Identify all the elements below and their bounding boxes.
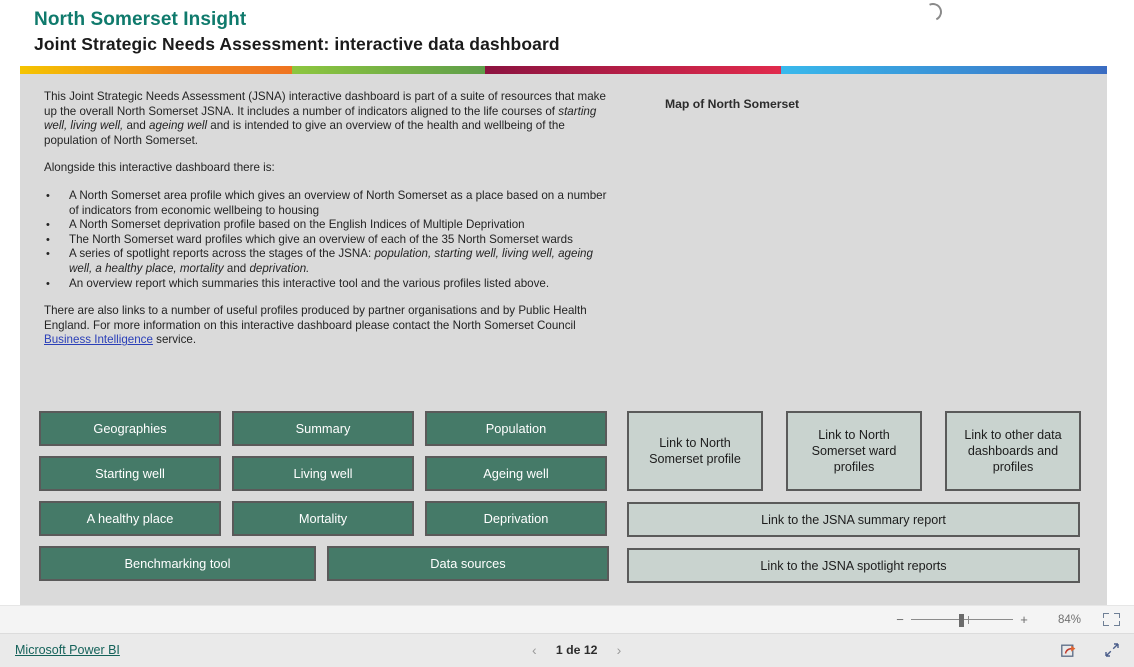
zoom-slider[interactable] bbox=[911, 613, 1013, 627]
bullet-marker: • bbox=[46, 277, 50, 290]
list-item: • The North Somerset ward profiles which … bbox=[44, 233, 614, 248]
nav-button-benchmarking-tool[interactable]: Benchmarking tool bbox=[39, 546, 316, 581]
nav-row-2: Starting well Living well Ageing well bbox=[39, 456, 609, 491]
link-tile-jsna-summary-report[interactable]: Link to the JSNA summary report bbox=[627, 502, 1080, 537]
bullet-marker: • bbox=[46, 189, 50, 202]
list-item-text: An overview report which summaries this … bbox=[69, 276, 550, 290]
nav-row-4: Benchmarking tool Data sources bbox=[39, 546, 609, 581]
ribbon-segment-green bbox=[291, 66, 486, 74]
link-tile-other-dashboards[interactable]: Link to other data dashboards and profil… bbox=[945, 411, 1081, 491]
nav-button-population[interactable]: Population bbox=[425, 411, 607, 446]
list-item-text-lead: A series of spotlight reports across the… bbox=[69, 247, 375, 261]
nav-button-mortality[interactable]: Mortality bbox=[232, 501, 414, 536]
page-navigation: ‹ 1 de 12 › bbox=[532, 642, 621, 658]
nav-button-living-well[interactable]: Living well bbox=[232, 456, 414, 491]
color-ribbon bbox=[20, 66, 1107, 74]
list-item-mid: and bbox=[223, 261, 250, 275]
intro-bullet-list: • A North Somerset area profile which giv… bbox=[44, 189, 614, 291]
list-item: • An overview report which summaries this… bbox=[44, 277, 614, 292]
fit-to-page-icon[interactable] bbox=[1103, 613, 1120, 626]
nav-button-deprivation[interactable]: Deprivation bbox=[425, 501, 607, 536]
map-panel[interactable]: Map of North Somerset bbox=[628, 80, 1107, 410]
list-item: • A North Somerset area profile which giv… bbox=[44, 189, 614, 218]
share-icon[interactable] bbox=[1061, 643, 1078, 658]
link-tile-row: Link to North Somerset profile Link to N… bbox=[627, 411, 1102, 491]
page-indicator: 1 de 12 bbox=[555, 643, 598, 657]
bullet-marker: • bbox=[46, 219, 50, 232]
previous-page-button[interactable]: ‹ bbox=[532, 642, 537, 658]
list-item: • A series of spotlight reports across th… bbox=[44, 247, 614, 276]
list-item-text: A North Somerset deprivation profile bas… bbox=[69, 218, 525, 232]
intro-paragraph-2: Alongside this interactive dashboard the… bbox=[44, 161, 275, 175]
list-item-text: The North Somerset ward profiles which g… bbox=[69, 232, 573, 246]
closing-text-after: service. bbox=[152, 333, 197, 347]
next-page-button[interactable]: › bbox=[617, 642, 622, 658]
nav-row-1: Geographies Summary Population bbox=[39, 411, 609, 446]
text-spacer bbox=[44, 291, 614, 304]
list-item-text: A North Somerset area profile which give… bbox=[69, 188, 607, 217]
map-title: Map of North Somerset bbox=[665, 97, 800, 111]
nav-button-data-sources[interactable]: Data sources bbox=[327, 546, 609, 581]
status-bar: Microsoft Power BI ‹ 1 de 12 › bbox=[0, 633, 1134, 667]
intro-paragraph-1: This Joint Strategic Needs Assessment (J… bbox=[44, 90, 614, 148]
nav-button-summary[interactable]: Summary bbox=[232, 411, 414, 446]
zoom-slider-tick bbox=[968, 615, 969, 624]
status-bar-icons bbox=[1061, 642, 1120, 658]
ribbon-segment-orange bbox=[20, 66, 292, 74]
nav-row-3: A healthy place Mortality Deprivation bbox=[39, 501, 609, 536]
report-canvas: This Joint Strategic Needs Assessment (J… bbox=[20, 74, 1107, 605]
ribbon-segment-magenta bbox=[485, 66, 781, 74]
ribbon-segment-blue bbox=[780, 66, 1107, 74]
intro-p1-part1: This Joint Strategic Needs Assessment (J… bbox=[44, 90, 606, 118]
list-item: • A North Somerset deprivation profile ba… bbox=[44, 218, 614, 233]
power-bi-report-viewer: North Somerset Insight Joint Strategic N… bbox=[0, 0, 1134, 667]
intro-closing-paragraph: There are also links to a number of usef… bbox=[44, 304, 614, 348]
zoom-out-button[interactable]: − bbox=[893, 612, 907, 627]
business-intelligence-link[interactable]: Business Intelligence bbox=[44, 333, 153, 346]
intro-p1-mid: and bbox=[123, 119, 150, 133]
nav-button-geographies[interactable]: Geographies bbox=[39, 411, 221, 446]
bullet-marker: • bbox=[46, 233, 50, 246]
microsoft-power-bi-link[interactable]: Microsoft Power BI bbox=[15, 643, 120, 657]
list-item-italic-2: deprivation. bbox=[249, 261, 310, 275]
intro-text-panel: This Joint Strategic Needs Assessment (J… bbox=[44, 90, 614, 348]
external-link-area: Link to North Somerset profile Link to N… bbox=[627, 411, 1102, 583]
link-tile-ward-profiles[interactable]: Link to North Somerset ward profiles bbox=[786, 411, 922, 491]
fullscreen-icon[interactable] bbox=[1104, 642, 1120, 658]
bullet-marker: • bbox=[46, 248, 50, 261]
zoom-level-label: 84% bbox=[1057, 613, 1081, 626]
zoom-in-button[interactable]: + bbox=[1017, 612, 1031, 627]
zoom-slider-thumb[interactable] bbox=[959, 613, 964, 627]
intro-p1-italic-2: ageing well bbox=[149, 119, 208, 133]
nav-button-starting-well[interactable]: Starting well bbox=[39, 456, 221, 491]
nav-button-a-healthy-place[interactable]: A healthy place bbox=[39, 501, 221, 536]
page-title: Joint Strategic Needs Assessment: intera… bbox=[34, 34, 560, 54]
closing-text-before: There are also links to a number of usef… bbox=[44, 304, 587, 332]
nav-button-ageing-well[interactable]: Ageing well bbox=[425, 456, 607, 491]
navigation-button-grid: Geographies Summary Population Starting … bbox=[39, 411, 609, 591]
zoom-toolbar: − + 84% bbox=[0, 605, 1134, 633]
link-tile-north-somerset-profile[interactable]: Link to North Somerset profile bbox=[627, 411, 763, 491]
link-tile-jsna-spotlight-reports[interactable]: Link to the JSNA spotlight reports bbox=[627, 548, 1080, 583]
